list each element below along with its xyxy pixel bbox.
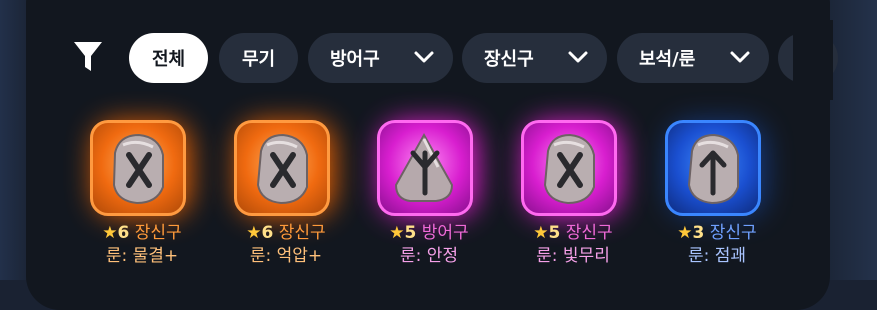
item-rune-name: 룬: 억압+ (249, 246, 323, 266)
panel-edge (793, 20, 833, 100)
item-star-rating: ★5 장신구 (533, 223, 613, 243)
item-card[interactable]: ★6 장신구 룬: 물결+ (90, 118, 234, 280)
chip-all-label: 전체 (151, 49, 186, 70)
rune-stone-icon (112, 133, 164, 205)
chip-armor-label: 방어구 (330, 49, 380, 70)
filter-icon[interactable] (72, 40, 104, 74)
rune-icon-frame (665, 120, 761, 216)
item-category: 장신구 (709, 223, 757, 243)
chip-weapon-label: 무기 (241, 49, 276, 70)
item-star-rating: ★3 장신구 (677, 223, 757, 243)
rune-icon-frame (521, 120, 617, 216)
chip-accessory-label: 장신구 (484, 49, 534, 70)
item-category: 방어구 (421, 223, 469, 243)
chip-weapon[interactable]: 무기 (219, 33, 298, 83)
chip-accessory-dropdown[interactable]: 장신구 (462, 33, 607, 83)
chevron-down-icon (568, 51, 588, 63)
item-rune-name: 룬: 안정 (399, 246, 459, 266)
item-star-rating: ★5 방어구 (389, 223, 469, 243)
rune-icon-frame (377, 120, 473, 216)
chip-all[interactable]: 전체 (129, 33, 208, 83)
item-card[interactable]: ★3 장신구 룬: 점괘 (665, 118, 809, 280)
item-card[interactable]: ★5 장신구 룬: 빛무리 (521, 118, 665, 280)
chip-gem-rune-label: 보석/룬 (639, 49, 696, 70)
rune-icon-frame (90, 120, 186, 216)
rune-stone-icon (687, 133, 739, 205)
item-category: 장신구 (565, 223, 613, 243)
item-category: 장신구 (278, 223, 326, 243)
rune-stone-icon (256, 133, 308, 205)
item-category: 장신구 (134, 223, 182, 243)
item-rune-name: 룬: 빛무리 (536, 246, 610, 266)
background-right (829, 0, 877, 280)
background-left (0, 0, 26, 280)
item-rune-name: 룬: 점괘 (687, 246, 747, 266)
chip-gem-rune-dropdown[interactable]: 보석/룬 (617, 33, 769, 83)
chip-armor-dropdown[interactable]: 방어구 (308, 33, 453, 83)
item-card[interactable]: ★6 장신구 룬: 억압+ (234, 118, 378, 280)
item-star-rating: ★6 장신구 (246, 223, 326, 243)
item-rune-name: 룬: 물결+ (105, 246, 179, 266)
rune-icon-frame (234, 120, 330, 216)
item-card[interactable]: ★5 방어구 룬: 안정 (377, 118, 521, 280)
item-star-rating: ★6 장신구 (102, 223, 182, 243)
rune-stone-icon (394, 132, 454, 202)
rune-stone-icon (543, 133, 595, 205)
chevron-down-icon (414, 51, 434, 63)
chevron-down-icon (730, 51, 750, 63)
